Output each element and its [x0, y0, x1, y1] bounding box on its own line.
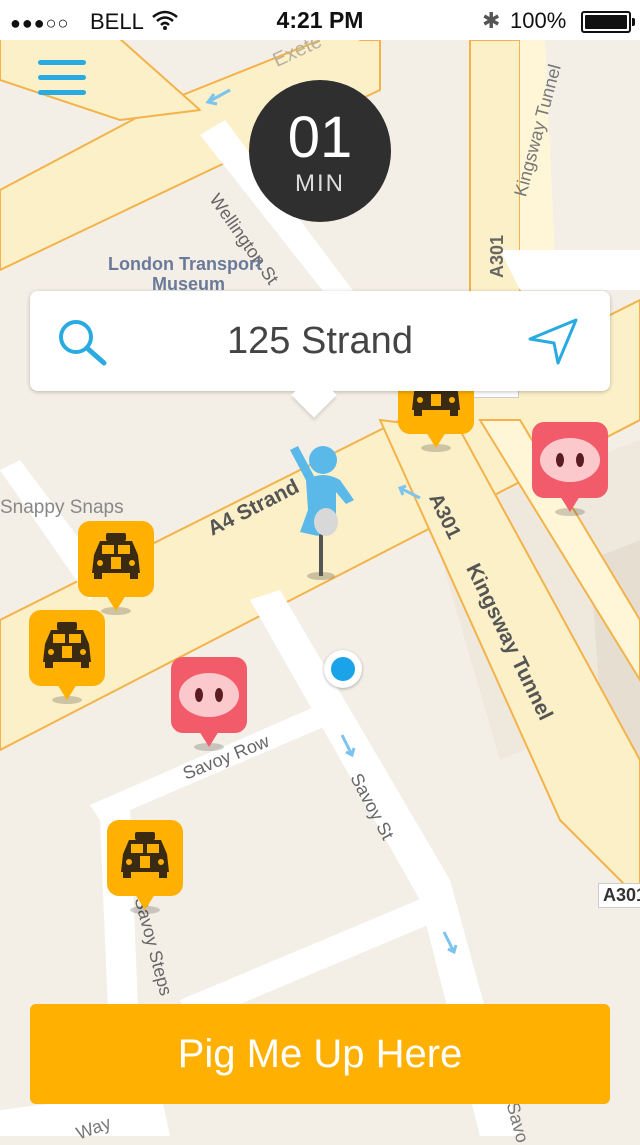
- navigation-arrow-icon[interactable]: [526, 317, 580, 372]
- pig-marker[interactable]: [532, 422, 608, 512]
- pickup-pin[interactable]: [278, 440, 368, 582]
- taxi-icon: [43, 622, 91, 668]
- bluetooth-icon: ✱: [482, 8, 501, 33]
- eta-badge: 01 MIN: [249, 80, 391, 222]
- search-icon[interactable]: [54, 315, 110, 372]
- pig-snout-icon: [179, 673, 239, 717]
- menu-button[interactable]: [36, 58, 88, 100]
- pickup-person-pin-icon: [290, 446, 354, 580]
- taxi-marker[interactable]: [29, 610, 105, 700]
- battery-icon: [581, 11, 635, 33]
- eta-unit: MIN: [295, 170, 345, 197]
- map-label-a301-top: A301: [487, 234, 508, 279]
- taxi-marker[interactable]: [78, 521, 154, 611]
- taxi-icon: [121, 832, 169, 878]
- status-bar: ●●●○○ BELL 4:21 PM ✱ 100%: [0, 0, 640, 40]
- hamburger-icon: [38, 60, 86, 65]
- pig-marker[interactable]: [171, 657, 247, 747]
- battery-percent: 100%: [510, 8, 567, 33]
- map-label-museum-line1: London Transport: [108, 254, 262, 274]
- pig-me-up-button[interactable]: Pig Me Up Here: [30, 1004, 610, 1104]
- current-location-dot: [324, 650, 362, 688]
- eta-value: 01: [287, 105, 353, 170]
- battery-fill: [585, 15, 627, 29]
- taxi-icon: [92, 533, 140, 579]
- search-query[interactable]: 125 Strand: [130, 320, 510, 363]
- map-label-snappy-snaps: Snappy Snaps: [0, 497, 124, 518]
- taxi-marker[interactable]: [107, 820, 183, 910]
- pig-snout-icon: [540, 438, 600, 482]
- search-bar[interactable]: 125 Strand: [30, 291, 610, 418]
- road-badge-a301-right: A301: [598, 883, 640, 908]
